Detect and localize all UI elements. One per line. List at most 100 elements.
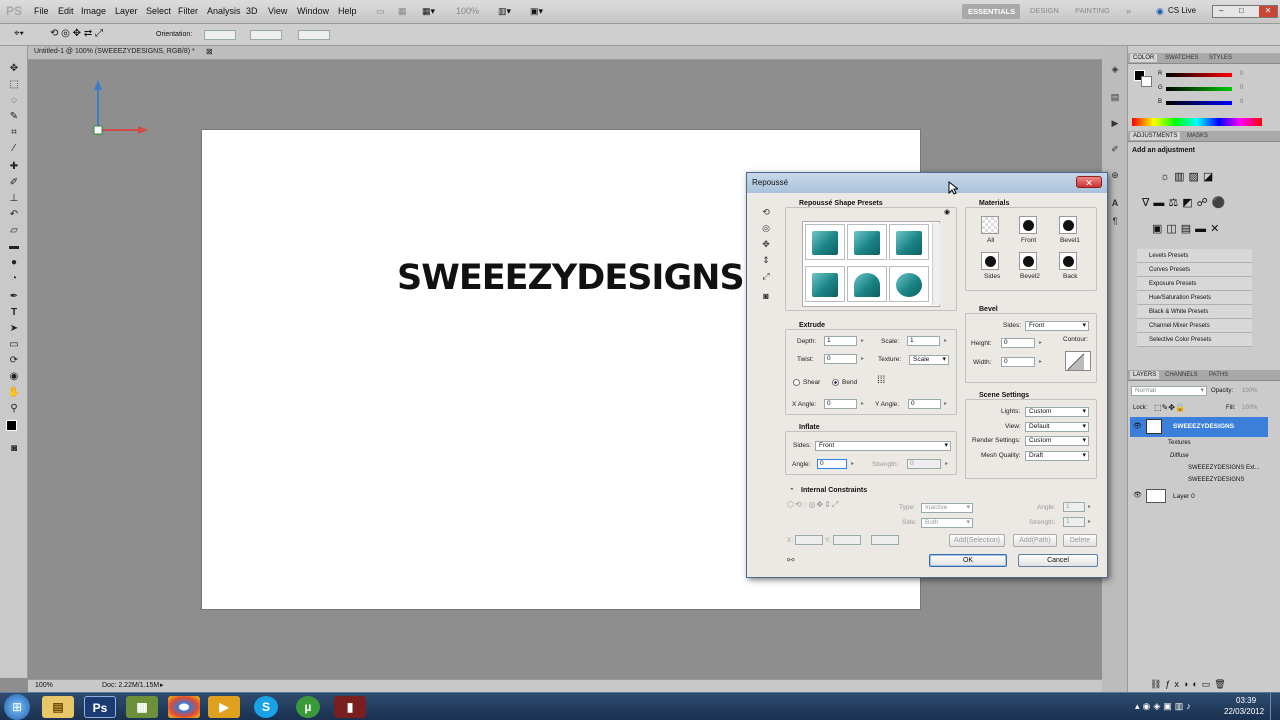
3d-axis-widget[interactable] [86, 76, 156, 140]
bevel-sides-select[interactable]: Front [1025, 321, 1089, 331]
add-selection-button[interactable]: Add(Selection) [949, 534, 1005, 547]
preset-scrollbar[interactable] [932, 223, 940, 305]
adjustment-icons-row3[interactable]: ▣◫▤▬✕ [1152, 222, 1223, 235]
clock-time[interactable]: 03:39 [1236, 696, 1256, 705]
material-all-swatch[interactable] [981, 216, 999, 234]
r-value[interactable]: 0 [1240, 71, 1243, 77]
scale-spinner-icon[interactable]: ▸ [942, 336, 949, 346]
3d-rotate-icons[interactable]: ⟲ ◎ ✥ ⇄ ⤢ [50, 28, 103, 39]
ok-button[interactable]: OK [929, 554, 1007, 567]
preset-cube-open[interactable] [889, 224, 929, 260]
screen-mode-icon[interactable]: ▣▾ [530, 6, 543, 17]
media-player-taskbar-icon[interactable]: ▶ [208, 696, 240, 718]
status-menu-icon[interactable]: ▸ [160, 681, 164, 689]
b-value[interactable]: 0 [1240, 99, 1243, 105]
color-background-swatch[interactable] [1141, 76, 1152, 87]
g-slider[interactable] [1166, 87, 1232, 91]
bevel-height-spinner-icon[interactable]: ▸ [1037, 338, 1044, 348]
constraint-x-field[interactable] [795, 535, 823, 545]
constraint-strength-field[interactable]: 1 [1063, 517, 1085, 527]
x-angle-spinner-icon[interactable]: ▸ [859, 399, 866, 409]
material-front-swatch[interactable] [1019, 216, 1037, 234]
menu-filter[interactable]: Filter [178, 6, 198, 16]
y-angle-spinner-icon[interactable]: ▸ [942, 399, 949, 409]
mesh-quality-select[interactable]: Draft [1025, 451, 1089, 461]
explorer-taskbar-icon[interactable]: ▤ [42, 696, 74, 718]
preset-channel-mixer[interactable]: Channel Mixer Presets [1137, 319, 1252, 333]
history-panel-icon[interactable]: ▤ [1108, 90, 1122, 104]
constraint-side-select[interactable]: Both [921, 518, 973, 528]
contour-picker[interactable] [1065, 351, 1091, 371]
scale-field[interactable]: 1 [907, 336, 940, 346]
app-taskbar-icon[interactable]: ▮ [334, 696, 366, 718]
constraint-tool-icons[interactable]: ⬡⟲◌◎✥⇕⤢ [787, 500, 839, 510]
gradient-tool-icon[interactable]: ▬ [6, 240, 22, 253]
arrange-icon[interactable]: ▥▾ [498, 6, 511, 17]
delete-constraint-button[interactable]: Delete [1063, 534, 1097, 547]
close-icon[interactable]: ✕ [1259, 6, 1277, 17]
adjustment-icons-row2[interactable]: ∇▬⚖◩☍⚫ [1142, 196, 1229, 209]
dialog-scale-icon[interactable]: ⤢ [759, 269, 773, 283]
preset-cone[interactable] [847, 266, 887, 302]
eraser-tool-icon[interactable]: ▱ [6, 224, 22, 237]
brush-tool-icon[interactable]: ✐ [6, 176, 22, 189]
tab-layers[interactable]: LAYERS [1130, 371, 1160, 379]
twist-field[interactable]: 0 [824, 354, 857, 364]
document-tab-title[interactable]: Untitled-1 @ 100% (SWEEEZYDESIGNS, RGB/8… [34, 48, 195, 55]
dialog-camera-icon[interactable]: ◙ [759, 289, 773, 303]
minibridge-icon[interactable]: ▦ [398, 6, 407, 17]
preset-levels[interactable]: Levels Presets [1137, 249, 1252, 263]
quick-select-tool-icon[interactable]: ✎ [6, 110, 22, 123]
constraint-angle-spinner-icon[interactable]: ▸ [1086, 502, 1093, 512]
menu-window[interactable]: Window [297, 6, 329, 16]
tab-masks[interactable]: MASKS [1184, 132, 1211, 140]
constraint-strength-spinner-icon[interactable]: ▸ [1086, 517, 1093, 527]
show-desktop-button[interactable] [1270, 693, 1280, 720]
canvas-text-layer[interactable]: SWEEEZYDESIGNS [397, 258, 745, 298]
preset-selective-color[interactable]: Selective Color Presets [1137, 333, 1252, 347]
render-settings-select[interactable]: Custom [1025, 436, 1089, 446]
color-ramp[interactable] [1132, 118, 1262, 126]
dialog-close-button[interactable]: ✕ [1076, 176, 1102, 188]
preset-sphere[interactable] [889, 266, 929, 302]
cs-live[interactable]: CS Live [1168, 6, 1196, 15]
inflate-strength-spinner-icon[interactable]: ▸ [943, 459, 950, 469]
adjustment-icons-row1[interactable]: ☼▥▨◪ [1160, 170, 1217, 183]
extras-icon[interactable]: ▦▾ [422, 6, 435, 17]
g-value[interactable]: 0 [1240, 85, 1243, 91]
photoshop-taskbar-icon[interactable]: Ps [84, 696, 116, 718]
lasso-tool-icon[interactable]: ◌ [6, 94, 22, 107]
zoom-level[interactable]: 100% [456, 6, 479, 16]
menu-file[interactable]: File [34, 6, 49, 16]
menu-image[interactable]: Image [81, 6, 106, 16]
preset-exposure[interactable]: Exposure Presets [1137, 277, 1252, 291]
blend-mode-select[interactable]: Normal [1131, 386, 1207, 396]
material-back-swatch[interactable] [1059, 252, 1077, 270]
pen-tool-icon[interactable]: ✒ [6, 290, 22, 303]
material-bevel1-swatch[interactable] [1059, 216, 1077, 234]
healing-tool-icon[interactable]: ✚ [6, 160, 22, 173]
bevel-height-field[interactable]: 0 [1001, 338, 1035, 348]
tab-close-icon[interactable]: ⊠ [206, 47, 213, 56]
orientation-x-field[interactable] [204, 30, 236, 40]
foreground-color-swatch[interactable] [6, 420, 17, 431]
layer-row-0[interactable]: 👁 Layer 0 [1130, 488, 1268, 505]
material-bevel2-swatch[interactable] [1019, 252, 1037, 270]
reference-point-icon[interactable]: ⁞⁞⁞ [877, 375, 885, 386]
eyedropper-tool-icon[interactable]: ⁄ [6, 142, 22, 155]
zoom-tool-icon[interactable]: ⚲ [6, 402, 22, 415]
workspace-design[interactable]: DESIGN [1030, 6, 1059, 15]
lock-icons[interactable]: ⬚✎✥🔒 [1154, 403, 1185, 412]
tab-adjustments[interactable]: ADJUSTMENTS [1130, 132, 1181, 140]
layer-textures[interactable]: Textures [1130, 436, 1266, 450]
inflate-strength-field[interactable]: 0 [907, 459, 941, 469]
dialog-titlebar[interactable]: Repoussé ✕ [747, 173, 1107, 193]
twist-spinner-icon[interactable]: ▸ [859, 354, 866, 364]
3d-panel-icon[interactable]: ◈ [1108, 62, 1122, 76]
preset-cube-short[interactable] [805, 266, 845, 302]
constraints-collapse-icon[interactable]: ⌃ [789, 487, 795, 495]
cancel-button[interactable]: Cancel [1018, 554, 1098, 567]
fill-value[interactable]: 100% [1242, 405, 1257, 411]
tab-swatches[interactable]: SWATCHES [1162, 54, 1201, 62]
marquee-tool-icon[interactable]: ⬚ [6, 78, 22, 91]
